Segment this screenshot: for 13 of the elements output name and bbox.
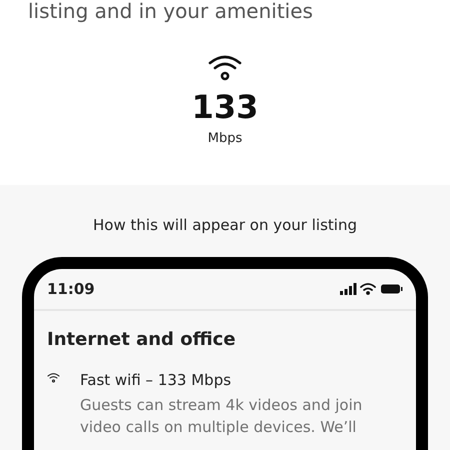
wifi-icon <box>47 372 60 383</box>
speed-value: 133 <box>192 88 258 126</box>
intro-text: listing and in your amenities <box>28 0 313 25</box>
preview-caption: How this will appear on your listing <box>93 216 357 234</box>
wifi-icon <box>360 283 376 295</box>
speed-unit: Mbps <box>208 131 242 146</box>
status-time: 11:09 <box>47 280 95 298</box>
section-title: Internet and office <box>47 329 237 350</box>
amenity-title: Fast wifi – 133 Mbps <box>80 370 232 390</box>
battery-icon <box>381 284 402 294</box>
wifi-icon <box>207 54 243 82</box>
signal-icon <box>340 283 356 295</box>
amenity-description: Guests can stream 4k videos and join video calls on multiple devices. We’ll <box>80 395 362 438</box>
